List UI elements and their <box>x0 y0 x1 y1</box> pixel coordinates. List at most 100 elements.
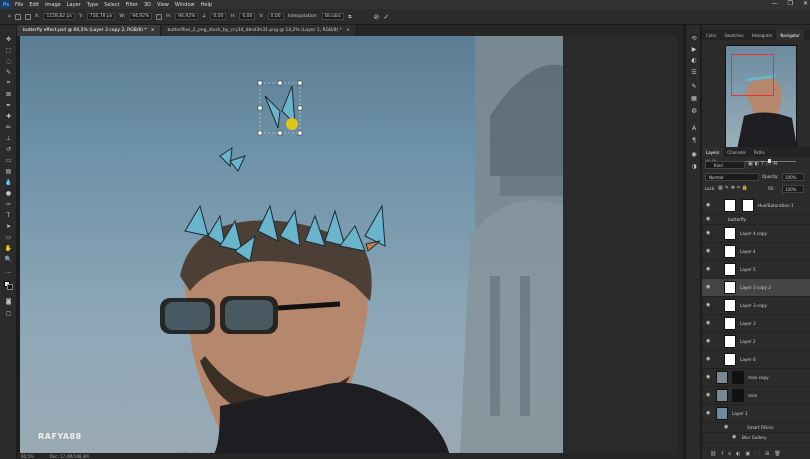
eye-icon[interactable]: ◉ <box>706 321 712 326</box>
layer-row[interactable]: ◉ Layer 6 <box>702 351 810 369</box>
layer-row[interactable]: ◉ Layer 4 copy <box>702 225 810 243</box>
menu-image[interactable]: Image <box>42 2 64 8</box>
interpolation-select[interactable]: Bicubic <box>321 13 345 20</box>
layer-filter-icons[interactable]: ▣◐T▭⌘ <box>748 161 780 167</box>
eye-icon[interactable]: ◉ <box>706 249 712 254</box>
path-select-tool-icon[interactable]: ➤ <box>4 222 13 230</box>
tab-butterfly-effect[interactable]: butterfly effect.psd @ 60,5% (Layer 3 co… <box>17 25 162 36</box>
blend-mode-select[interactable]: Normal <box>705 173 759 181</box>
adjustments-icon[interactable]: ◐ <box>690 57 698 64</box>
eye-icon[interactable]: ◉ <box>706 285 712 290</box>
menu-view[interactable]: View <box>154 2 172 8</box>
x-field[interactable]: 1158,82 px <box>43 13 76 20</box>
history-brush-icon[interactable]: ↺ <box>4 145 13 153</box>
cancel-transform-icon[interactable]: ⊘ <box>373 13 379 21</box>
history-icon[interactable]: ⟲ <box>690 35 698 42</box>
eye-icon[interactable]: ◉ <box>706 303 712 308</box>
layer-row[interactable]: ◉ Layer 2 <box>702 333 810 351</box>
menu-file[interactable]: File <box>12 2 26 8</box>
commit-transform-icon[interactable]: ✓ <box>383 13 389 21</box>
layer-row-hue-saturation[interactable]: ◉ Hue/Saturation 1 <box>702 197 810 215</box>
dodge-tool-icon[interactable]: ● <box>4 189 13 197</box>
eye-icon[interactable]: ◉ <box>706 231 712 236</box>
width-field[interactable]: 94,92% <box>129 13 153 20</box>
tab-channels[interactable]: Channels <box>723 147 750 157</box>
layer-footer-icons[interactable]: ⛓fx◐▣🗀⊞🗑 <box>710 451 786 459</box>
paragraph-icon[interactable]: ¶ <box>690 137 698 144</box>
pen-tool-icon[interactable]: ✑ <box>4 200 13 208</box>
eraser-tool-icon[interactable]: ▭ <box>4 156 13 164</box>
angle-field[interactable]: 0,00 <box>210 13 227 20</box>
zoom-tool-icon[interactable]: 🔍 <box>4 255 13 263</box>
vertical-scrollbar[interactable] <box>677 36 683 456</box>
layer-row[interactable]: ◉ man copy <box>702 369 810 387</box>
navigator-view-box[interactable] <box>731 54 774 96</box>
y-field[interactable]: 756,78 px <box>86 13 116 20</box>
layer-row[interactable]: ◉ man <box>702 387 810 405</box>
tab-layers[interactable]: Layers <box>702 147 724 157</box>
menu-type[interactable]: Type <box>84 2 101 8</box>
tab-swatches[interactable]: Swatches <box>720 30 747 40</box>
character-icon[interactable]: A <box>690 125 698 132</box>
smart-filters-row[interactable]: ◉ Smart Filters <box>702 423 810 433</box>
actions-icon[interactable]: ▶ <box>690 46 698 53</box>
gradient-tool-icon[interactable]: ▤ <box>4 167 13 175</box>
eye-icon[interactable]: ◉ <box>706 339 712 344</box>
quick-mask-icon[interactable]: ◙ <box>4 297 13 305</box>
close-icon[interactable]: × <box>346 28 350 33</box>
layer-row[interactable]: ◉ Layer 4 <box>702 243 810 261</box>
healing-brush-icon[interactable]: ✚ <box>4 112 13 120</box>
warp-icon[interactable]: ⧉ <box>348 14 351 20</box>
h-skew-field[interactable]: 0,00 <box>239 13 256 20</box>
menu-select[interactable]: Select <box>101 2 122 8</box>
color-swatches-icon[interactable] <box>4 280 13 290</box>
eye-icon[interactable]: ◉ <box>732 435 738 440</box>
channels-icon[interactable]: ◑ <box>690 163 698 170</box>
libraries-icon[interactable]: ▦ <box>690 95 698 102</box>
layer-row-selected[interactable]: ◉ Layer 3 copy 2 <box>702 279 810 297</box>
eyedropper-tool-icon[interactable]: ✒ <box>4 101 13 109</box>
eye-icon[interactable]: ◉ <box>706 357 712 362</box>
hand-tool-icon[interactable]: ✋ <box>4 244 13 252</box>
minimize-button[interactable]: — <box>772 0 778 7</box>
more-tools-icon[interactable]: … <box>4 267 13 275</box>
height-field[interactable]: 94,92% <box>175 13 199 20</box>
reference-point-icon[interactable] <box>24 13 31 20</box>
close-button[interactable]: ✕ <box>803 0 808 7</box>
move-tool-icon[interactable]: ✥ <box>4 35 13 43</box>
crop-tool-icon[interactable]: ⌗ <box>4 79 13 87</box>
menu-window[interactable]: Window <box>172 2 198 8</box>
lasso-tool-icon[interactable]: ◌ <box>4 57 13 65</box>
lock-icons[interactable]: ▦✎✥⌗🔒 <box>718 185 750 191</box>
eye-icon[interactable]: ◉ <box>706 393 712 398</box>
zoom-level[interactable]: 60,5% <box>21 454 34 459</box>
3d-icon[interactable]: ◉ <box>690 151 698 158</box>
brush-tool-icon[interactable]: ✏ <box>4 123 13 131</box>
eye-icon[interactable]: ◉ <box>706 411 712 416</box>
menu-3d[interactable]: 3D <box>141 2 154 8</box>
brush-settings-icon[interactable]: ✎ <box>690 83 698 90</box>
frame-tool-icon[interactable]: ⊠ <box>4 90 13 98</box>
opacity-field[interactable]: 100% <box>782 173 804 181</box>
eye-icon[interactable]: ◉ <box>706 217 712 222</box>
fill-field[interactable]: 100% <box>782 185 804 193</box>
marquee-tool-icon[interactable]: ⬚ <box>4 46 13 54</box>
tab-navigator[interactable]: Navigator <box>776 30 804 40</box>
navigator-thumbnail[interactable] <box>725 45 797 153</box>
type-tool-icon[interactable]: T <box>4 211 13 219</box>
shape-tool-icon[interactable]: ▭ <box>4 233 13 241</box>
layer-row[interactable]: ◉ Layer 5 <box>702 261 810 279</box>
menu-layer[interactable]: Layer <box>64 2 84 8</box>
eye-icon[interactable]: ◉ <box>706 267 712 272</box>
close-icon[interactable]: × <box>151 28 155 33</box>
layer-group-butterfly[interactable]: ◉ butterfly <box>702 215 810 225</box>
home-icon[interactable]: ⌂ <box>8 14 11 19</box>
tab-paths[interactable]: Paths <box>750 147 769 157</box>
layer-row[interactable]: ◉ Layer 3 copy <box>702 297 810 315</box>
menu-edit[interactable]: Edit <box>26 2 42 8</box>
v-skew-field[interactable]: 0,00 <box>267 13 284 20</box>
tab-butterflies-png[interactable]: butterflies_2_png_stock_by_cry34_dbsd3h3… <box>161 25 357 36</box>
blur-gallery-row[interactable]: ◉ Blur Gallery <box>702 433 810 443</box>
eye-icon[interactable]: ◉ <box>724 425 730 430</box>
properties-icon[interactable]: ☰ <box>690 69 698 76</box>
